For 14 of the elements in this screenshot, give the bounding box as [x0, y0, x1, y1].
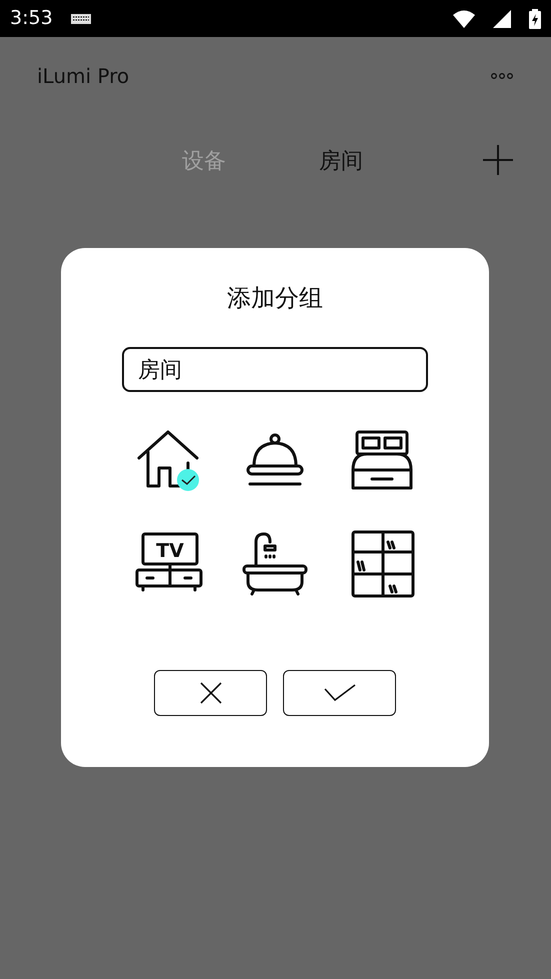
confirm-button[interactable] [283, 670, 396, 716]
status-time: 3:53 [10, 6, 53, 32]
app-title: iLumi Pro [37, 63, 130, 90]
add-icon[interactable] [483, 145, 513, 175]
wifi-icon [453, 10, 475, 28]
close-icon [200, 682, 222, 704]
name-field[interactable]: 房间 [122, 347, 428, 392]
keyboard-icon [70, 14, 91, 24]
dialog-title: 添加分组 [227, 284, 323, 314]
cancel-button[interactable] [154, 670, 267, 716]
battery-icon [529, 8, 541, 28]
signal-icon [493, 10, 511, 28]
check-icon [324, 684, 356, 702]
more-icon[interactable] [490, 72, 514, 80]
